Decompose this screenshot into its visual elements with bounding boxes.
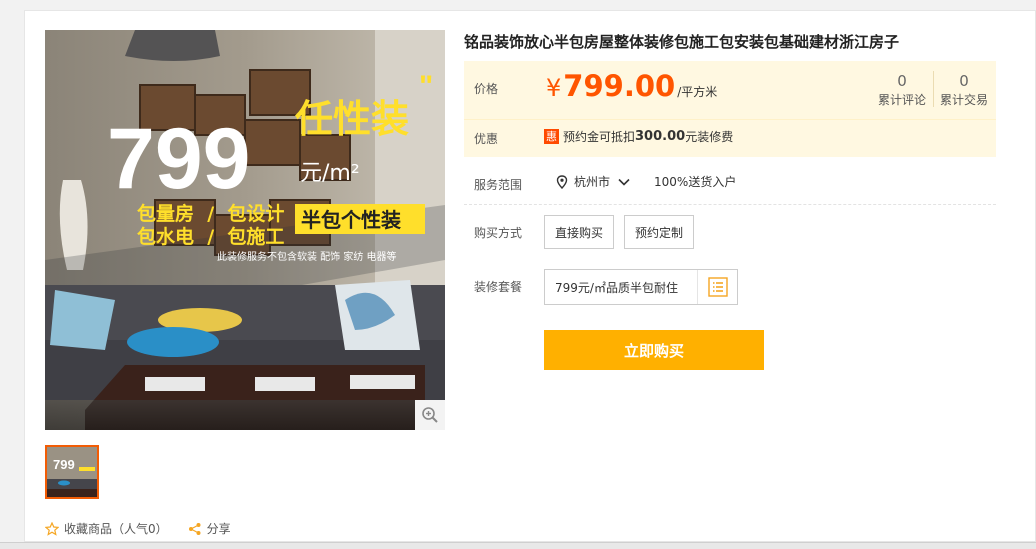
divider bbox=[464, 119, 996, 120]
favorite-button[interactable]: 收藏商品（人气0） bbox=[45, 520, 168, 537]
package-label: 装修套餐 bbox=[474, 280, 523, 294]
main-product-image[interactable]: 799 任性装 " 元/m² 包量房 / 包设计 包水电 / 包施工 半包个性装… bbox=[45, 30, 445, 430]
divider bbox=[464, 204, 996, 205]
price-amount: 799.00 bbox=[563, 69, 676, 103]
zoom-button[interactable] bbox=[415, 400, 445, 430]
package-list-button[interactable] bbox=[697, 270, 737, 304]
city-name: 杭州市 bbox=[574, 175, 611, 189]
purchase-method-label: 购买方式 bbox=[474, 226, 523, 240]
zoom-in-icon bbox=[422, 407, 438, 423]
reserve-custom-button[interactable]: 预约定制 bbox=[624, 215, 694, 249]
share-button[interactable]: 分享 bbox=[188, 520, 231, 537]
transaction-count[interactable]: 0 累计交易 bbox=[934, 71, 994, 108]
service-range: 杭州市 100%送货入户 bbox=[556, 173, 736, 190]
delivery-info: 100%送货入户 bbox=[654, 175, 737, 189]
favorite-label: 收藏商品（人气0） bbox=[64, 522, 168, 536]
hero-services-line2: 包水电 / 包施工 bbox=[137, 225, 284, 248]
list-icon bbox=[707, 277, 728, 297]
promo-label: 优惠 bbox=[474, 132, 499, 146]
buy-now-button[interactable]: 立即购买 bbox=[544, 330, 764, 370]
share-label: 分享 bbox=[206, 522, 231, 536]
hero-price-number: 799 bbox=[107, 111, 251, 207]
thumbnail-number: 799 bbox=[53, 457, 75, 472]
promo-info: 惠 预约金可抵扣 300.00 元装修费 bbox=[544, 128, 733, 145]
hero-unit: 元/m² bbox=[300, 161, 360, 186]
chevron-down-icon bbox=[618, 178, 630, 186]
thumbnail-image[interactable]: 799 bbox=[45, 445, 99, 499]
promo-text-before: 预约金可抵扣 bbox=[563, 130, 636, 144]
hero-note: 此装修服务不包含软装 配饰 家纺 电器等 bbox=[217, 250, 397, 263]
price-value: ¥ 799.00 /平方米 bbox=[546, 69, 717, 103]
product-photo: 799 任性装 " 元/m² 包量房 / 包设计 包水电 / 包施工 半包个性装… bbox=[45, 30, 445, 430]
direct-purchase-button[interactable]: 直接购买 bbox=[544, 215, 614, 249]
promo-amount: 300.00 bbox=[635, 129, 686, 144]
discount-badge-icon: 惠 bbox=[544, 129, 559, 144]
star-icon bbox=[45, 521, 59, 536]
promo-text-after: 元装修费 bbox=[685, 130, 734, 144]
package-value: 799元/㎡品质半包耐住 bbox=[555, 280, 678, 295]
hero-badge: 半包个性装 bbox=[301, 208, 401, 232]
hero-slogan: 任性装 bbox=[295, 97, 409, 141]
review-count[interactable]: 0 累计评论 bbox=[872, 71, 932, 108]
browser-tab-strip bbox=[0, 542, 1036, 549]
price-label: 价格 bbox=[474, 82, 499, 96]
transaction-count-value: 0 bbox=[959, 72, 969, 90]
transaction-count-label: 累计交易 bbox=[939, 93, 988, 107]
currency-symbol: ¥ bbox=[546, 74, 562, 102]
product-title: 铭品装饰放心半包房屋整体装修包施工包安装包基础建材浙江房子 bbox=[464, 33, 900, 51]
thumbnail-photo: 799 bbox=[47, 447, 97, 497]
price-unit: /平方米 bbox=[677, 85, 718, 99]
location-pin-icon bbox=[556, 174, 568, 189]
review-count-label: 累计评论 bbox=[877, 93, 926, 107]
product-actions: 收藏商品（人气0） 分享 bbox=[45, 520, 251, 537]
package-selector[interactable]: 799元/㎡品质半包耐住 bbox=[544, 269, 738, 305]
hero-services-line1: 包量房 / 包设计 bbox=[137, 202, 284, 225]
product-panel: 799 任性装 " 元/m² 包量房 / 包设计 包水电 / 包施工 半包个性装… bbox=[24, 10, 1036, 542]
review-count-value: 0 bbox=[897, 72, 907, 90]
quote-mark-icon: " bbox=[419, 70, 433, 103]
share-icon bbox=[188, 522, 201, 535]
price-box: 价格 ¥ 799.00 /平方米 0 累计评论 0 累计交易 优惠 惠 预约金可… bbox=[464, 61, 996, 157]
service-label: 服务范围 bbox=[474, 178, 523, 192]
city-selector[interactable]: 杭州市 bbox=[556, 173, 630, 190]
